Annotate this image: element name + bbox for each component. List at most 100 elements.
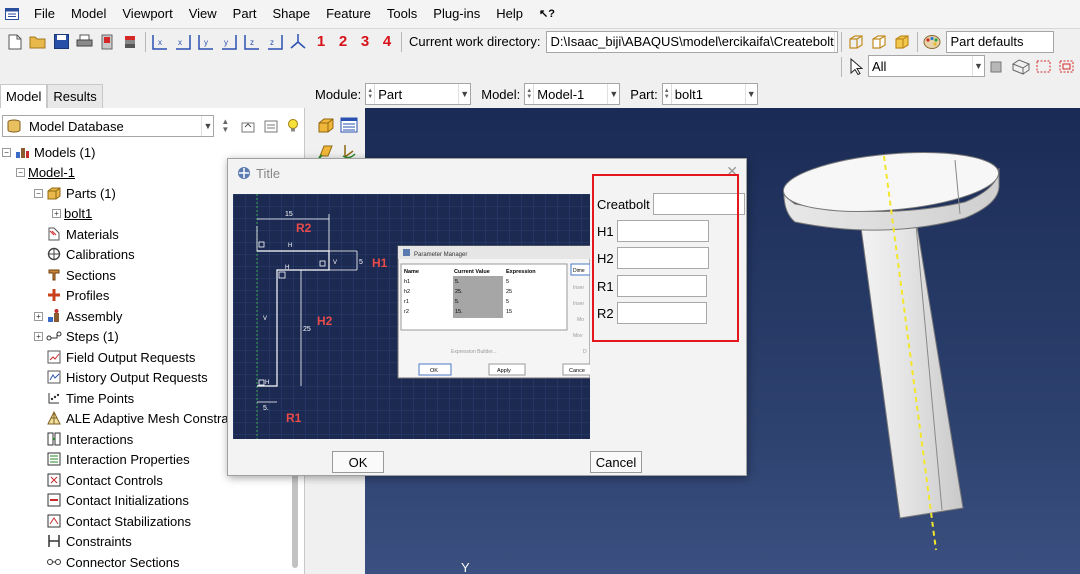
tab-model[interactable]: Model: [0, 84, 48, 108]
selection-filter-combobox[interactable]: All ▼: [868, 55, 985, 77]
tree-node-models[interactable]: − Models (1): [2, 142, 95, 162]
model-combobox[interactable]: ▲ ▼ Model-1 ▼: [524, 83, 621, 105]
expand-icon[interactable]: +: [52, 208, 61, 218]
module-combobox[interactable]: ▲ ▼ Part ▼: [365, 83, 472, 105]
part-defaults-combobox[interactable]: Part defaults: [946, 30, 1055, 53]
expand-icon[interactable]: +: [34, 331, 43, 341]
menu-tools[interactable]: Tools: [379, 0, 425, 28]
spin-arrows-icon[interactable]: ▲ ▼: [525, 84, 535, 104]
spin-arrows-icon[interactable]: ▲ ▼: [663, 84, 672, 104]
tree-node-materials[interactable]: Materials: [46, 224, 119, 244]
cancel-button[interactable]: Cancel: [590, 451, 642, 473]
saved-view-3-button[interactable]: 3: [354, 31, 376, 53]
menu-help[interactable]: Help: [488, 0, 531, 28]
open-folder-icon[interactable]: [27, 31, 49, 53]
menu-viewport[interactable]: Viewport: [114, 0, 180, 28]
chevron-down-icon[interactable]: ▼: [201, 116, 213, 136]
menu-feature[interactable]: Feature: [318, 0, 379, 28]
tree-node-model-1[interactable]: − Model-1: [16, 162, 75, 182]
expression-builder-button[interactable]: Expression Builder...: [451, 349, 497, 355]
tree-node-history-output[interactable]: History Output Requests: [46, 367, 208, 387]
chevron-down-icon[interactable]: ▼: [744, 84, 757, 104]
dialog-title-bar[interactable]: Title: [236, 165, 280, 181]
tree-node-contact-stabilizations[interactable]: Contact Stabilizations: [46, 511, 191, 531]
selection-options-icon[interactable]: [985, 56, 1007, 78]
cwd-combobox[interactable]: D:\Isaac_biji\ABAQUS\model\ercikaifa\Cre…: [546, 30, 839, 53]
saved-view-1-button[interactable]: 1: [310, 31, 332, 53]
menu-model[interactable]: Model: [63, 0, 114, 28]
param-side-button[interactable]: Inser: [573, 285, 584, 291]
tree-node-assembly[interactable]: + Assembly: [34, 306, 122, 326]
lightbulb-icon[interactable]: [282, 115, 304, 137]
saved-view-4-button[interactable]: 4: [376, 31, 398, 53]
tree-filter-icon[interactable]: [260, 115, 282, 137]
menu-part[interactable]: Part: [225, 0, 265, 28]
view-left-icon[interactable]: y: [195, 31, 217, 53]
app-menu-icon[interactable]: [4, 6, 20, 22]
tree-up-icon[interactable]: [237, 115, 259, 137]
save-icon[interactable]: [50, 31, 72, 53]
tree-node-sections[interactable]: Sections: [46, 265, 116, 285]
menu-view[interactable]: View: [181, 0, 225, 28]
collapse-icon[interactable]: −: [34, 188, 43, 198]
circle-select-icon[interactable]: [1056, 56, 1078, 78]
create-part-icon[interactable]: [315, 114, 337, 136]
param-side-button[interactable]: Mo: [577, 317, 584, 323]
param-cancel-button[interactable]: Cance: [569, 368, 585, 374]
collapse-icon[interactable]: −: [16, 167, 25, 177]
view-bottom-icon[interactable]: z: [264, 31, 286, 53]
tree-node-interactions[interactable]: Interactions: [46, 429, 133, 449]
render-shaded-icon[interactable]: [891, 31, 913, 53]
view-iso-icon[interactable]: [287, 31, 309, 53]
menu-shape[interactable]: Shape: [265, 0, 319, 28]
view-top-icon[interactable]: z: [241, 31, 263, 53]
color-palette-icon[interactable]: [921, 31, 943, 53]
tree-node-interaction-properties[interactable]: Interaction Properties: [46, 449, 190, 469]
param-ok-button[interactable]: OK: [430, 368, 438, 374]
expand-icon[interactable]: +: [34, 311, 43, 321]
part-manager-icon[interactable]: [338, 114, 360, 136]
tree-node-contact-initializations[interactable]: Contact Initializations: [46, 490, 189, 510]
param-side-button[interactable]: Mov: [573, 333, 583, 339]
model-database-combobox[interactable]: Model Database ▼: [2, 115, 215, 137]
select-arrow-icon[interactable]: [845, 56, 867, 78]
collapse-icon[interactable]: −: [2, 147, 11, 157]
menu-file[interactable]: File: [26, 0, 63, 28]
render-hidden-icon[interactable]: [868, 31, 890, 53]
tree-node-bolt1[interactable]: + bolt1: [52, 203, 92, 223]
param-side-button[interactable]: Dime: [573, 268, 585, 274]
database-stack-icon[interactable]: [119, 31, 141, 53]
chevron-down-icon[interactable]: ▼: [972, 56, 984, 76]
select-in-viewport-icon[interactable]: [1010, 56, 1032, 78]
chevron-down-icon[interactable]: ▼: [458, 84, 470, 104]
print-icon[interactable]: [73, 31, 95, 53]
view-back-icon[interactable]: x: [172, 31, 194, 53]
tab-results[interactable]: Results: [47, 84, 103, 108]
view-right-icon[interactable]: y: [218, 31, 240, 53]
tree-node-profiles[interactable]: Profiles: [46, 285, 109, 305]
chevron-down-icon[interactable]: ▼: [607, 84, 619, 104]
ok-button[interactable]: OK: [332, 451, 384, 473]
saved-view-2-button[interactable]: 2: [332, 31, 354, 53]
tree-node-connector-sections[interactable]: Connector Sections: [46, 552, 179, 572]
tree-node-contact-controls[interactable]: Contact Controls: [46, 470, 163, 490]
menu-plug-ins[interactable]: Plug-ins: [425, 0, 488, 28]
tree-node-field-output[interactable]: Field Output Requests: [46, 347, 195, 367]
render-wireframe-icon[interactable]: [845, 31, 867, 53]
param-side-button[interactable]: D: [583, 349, 587, 355]
tree-node-steps[interactable]: + Steps (1): [34, 326, 119, 346]
chevron-down-icon[interactable]: ▼: [833, 31, 837, 52]
tree-node-constraints[interactable]: Constraints: [46, 531, 132, 551]
import-model-icon[interactable]: [96, 31, 118, 53]
view-front-icon[interactable]: x: [149, 31, 171, 53]
part-combobox[interactable]: ▲ ▼ bolt1 ▼: [661, 83, 758, 105]
new-file-icon[interactable]: [4, 31, 26, 53]
tree-node-parts[interactable]: − Parts (1): [34, 183, 116, 203]
box-select-icon[interactable]: [1033, 56, 1055, 78]
tree-node-ale-adaptive-mesh[interactable]: ALE Adaptive Mesh Constrain: [46, 408, 239, 428]
context-help-button[interactable]: ↖?: [531, 0, 563, 28]
param-side-button[interactable]: Inser: [573, 301, 584, 307]
tree-node-calibrations[interactable]: Calibrations: [46, 244, 135, 264]
spin-arrows-icon[interactable]: ▲ ▼: [366, 84, 376, 104]
param-apply-button[interactable]: Apply: [497, 368, 511, 374]
